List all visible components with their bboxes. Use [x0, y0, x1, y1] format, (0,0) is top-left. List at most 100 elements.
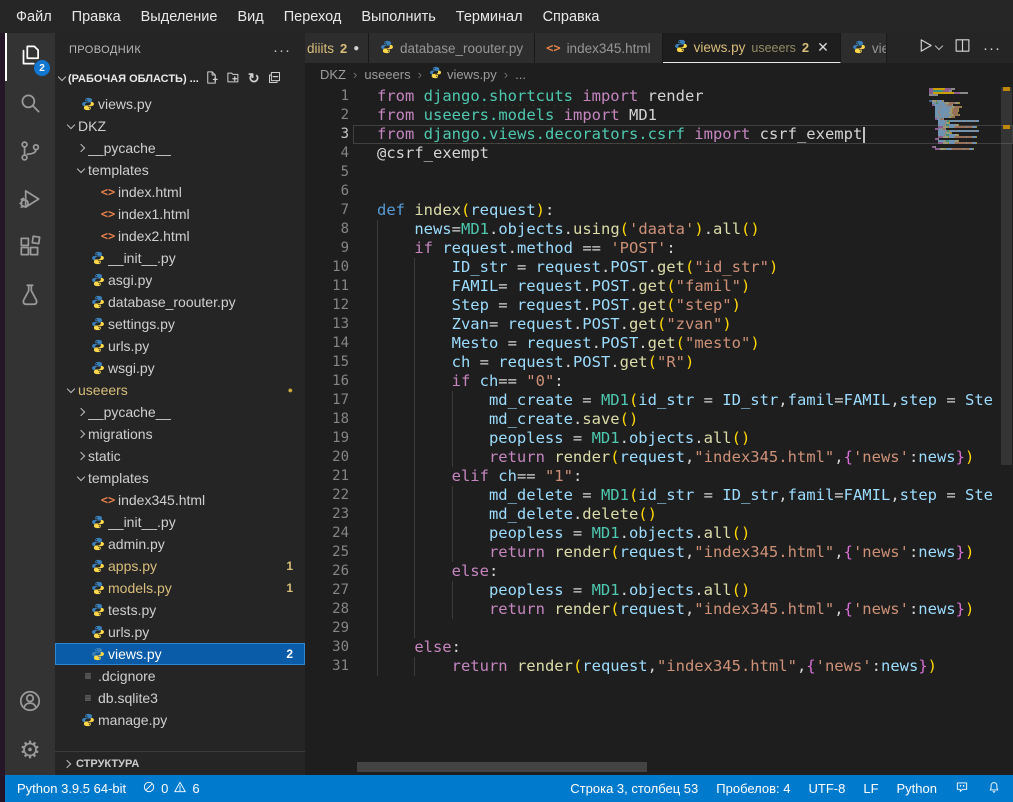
indent-guide [452, 448, 489, 467]
code-token: ( [610, 600, 619, 618]
horizontal-scrollbar-thumb[interactable] [357, 762, 647, 772]
split-editor-button[interactable] [954, 37, 971, 59]
tree-item-admin.py[interactable]: admin.py [55, 533, 305, 555]
tab-database_roouter.py[interactable]: database_roouter.py [369, 33, 535, 63]
menu-item-4[interactable]: Переход [274, 4, 352, 30]
tree-item-tests.py[interactable]: tests.py [55, 599, 305, 621]
code-token: news [881, 657, 918, 675]
tree-item-__init__.py[interactable]: __init__.py [55, 247, 305, 269]
activity-testing[interactable] [5, 273, 55, 321]
indent-guide [452, 391, 489, 410]
more-actions-icon[interactable]: ··· [983, 40, 1001, 57]
menu-item-2[interactable]: Выделение [131, 4, 228, 30]
status-item-3[interactable]: LF [863, 781, 878, 796]
bell-icon[interactable] [987, 780, 1001, 797]
menu-item-5[interactable]: Выполнить [351, 4, 445, 30]
breadcrumb-item-useeers[interactable]: useeers [364, 67, 410, 82]
activity-account[interactable] [5, 679, 55, 727]
code-editor[interactable]: 1from django.shortcuts import render2fro… [305, 85, 1013, 775]
tab-index345.html[interactable]: <>index345.html [535, 33, 663, 63]
breadcrumb-separator: › [504, 67, 508, 82]
tree-item-index1.html[interactable]: <>index1.html [55, 203, 305, 225]
breadcrumb-item-DKZ[interactable]: DKZ [320, 67, 346, 82]
collapse-all-icon[interactable] [267, 70, 282, 88]
tree-item-index.html[interactable]: <>index.html [55, 181, 305, 203]
indent-guide [414, 581, 451, 600]
tree-item-templates[interactable]: templates [55, 159, 305, 181]
vertical-scrollbar-thumb[interactable] [1001, 87, 1012, 465]
breadcrumb-item-...[interactable]: ... [515, 67, 526, 82]
python-file-icon [88, 251, 108, 265]
tree-item-__init__.py[interactable]: __init__.py [55, 511, 305, 533]
status-item-4[interactable]: Python [897, 781, 937, 796]
indent-guide [377, 638, 414, 657]
python-interpreter-status[interactable]: Python 3.9.5 64-bit [17, 781, 126, 796]
menu-item-0[interactable]: Файл [6, 4, 62, 30]
tree-item-templates[interactable]: templates [55, 467, 305, 489]
code-token: . [601, 258, 610, 276]
tree-item-.dcignore[interactable]: ≡.dcignore [55, 665, 305, 687]
tab-diiits[interactable]: diiits2● [305, 33, 369, 63]
workspace-section-header[interactable]: (РАБОЧАЯ ОБЛАСТЬ) ... ↻ [55, 67, 305, 90]
code-token: "mesto" [685, 334, 750, 352]
tree-item-manage.py[interactable]: manage.py [55, 709, 305, 731]
tree-item-views.py[interactable]: views.py [55, 93, 305, 115]
status-item-2[interactable]: UTF-8 [809, 781, 846, 796]
chevron-right-icon [73, 145, 88, 151]
tree-item-useeers[interactable]: useeers● [55, 379, 305, 401]
line-number: 31 [305, 657, 353, 676]
tree-item-index345.html[interactable]: <>index345.html [55, 489, 305, 511]
activity-source-control[interactable] [5, 129, 55, 177]
vertical-scrollbar[interactable] [1000, 85, 1013, 775]
file-tree: views.pyDKZ__pycache__templates<>index.h… [55, 90, 305, 751]
html-file-icon: <> [98, 493, 118, 507]
new-folder-icon[interactable] [226, 70, 241, 88]
line-number: 9 [305, 239, 353, 258]
status-item-0[interactable]: Строка 3, столбец 53 [570, 781, 698, 796]
sidebar-more-actions-icon[interactable]: ··· [273, 42, 291, 59]
tree-item-index2.html[interactable]: <>index2.html [55, 225, 305, 247]
tree-item-urls.py[interactable]: urls.py [55, 335, 305, 357]
code-token: request [517, 277, 582, 295]
tree-item-static[interactable]: static [55, 445, 305, 467]
code-token: () [620, 410, 639, 428]
minimap[interactable] [929, 88, 999, 150]
tree-item-asgi.py[interactable]: asgi.py [55, 269, 305, 291]
tree-item-settings.py[interactable]: settings.py [55, 313, 305, 335]
outline-section-header[interactable]: СТРУКТУРА [55, 751, 305, 775]
code-token: 'news' [816, 657, 872, 675]
status-item-1[interactable]: Пробелов: 4 [716, 781, 790, 796]
line-number: 16 [305, 372, 353, 391]
breadcrumb-item-views.py[interactable]: views.py [429, 66, 497, 82]
tree-item-DKZ[interactable]: DKZ [55, 115, 305, 137]
tab-vie[interactable]: vie [841, 33, 887, 63]
menu-item-6[interactable]: Терминал [446, 4, 533, 30]
activity-extensions[interactable] [5, 225, 55, 273]
activity-settings[interactable]: ⚙ [5, 727, 55, 775]
close-icon[interactable]: ✕ [817, 39, 829, 56]
tree-item-db.sqlite3[interactable]: ≡db.sqlite3 [55, 687, 305, 709]
refresh-icon[interactable]: ↻ [248, 70, 260, 87]
tree-item-apps.py[interactable]: apps.py1 [55, 555, 305, 577]
code-token: def [377, 201, 414, 219]
activity-run-debug[interactable] [5, 177, 55, 225]
menu-item-1[interactable]: Правка [62, 4, 131, 30]
tree-item-models.py[interactable]: models.py1 [55, 577, 305, 599]
menu-item-3[interactable]: Вид [227, 4, 273, 30]
activity-explorer[interactable]: 2 [5, 33, 55, 81]
feedback-icon[interactable] [955, 780, 969, 797]
tree-item-__pycache__[interactable]: __pycache__ [55, 137, 305, 159]
activity-search[interactable] [5, 81, 55, 129]
tree-item-__pycache__[interactable]: __pycache__ [55, 401, 305, 423]
tab-views.py[interactable]: views.pyuseeers2✕ [663, 33, 841, 63]
indent-guide [414, 429, 451, 448]
tree-item-wsgi.py[interactable]: wsgi.py [55, 357, 305, 379]
tree-item-database_roouter.py[interactable]: database_roouter.py [55, 291, 305, 313]
new-file-icon[interactable] [204, 70, 219, 88]
menu-item-7[interactable]: Справка [533, 4, 610, 30]
run-python-button[interactable] [917, 37, 942, 59]
tree-item-migrations[interactable]: migrations [55, 423, 305, 445]
problems-status[interactable]: 0 6 [142, 780, 199, 797]
tree-item-urls.py[interactable]: urls.py [55, 621, 305, 643]
tree-item-views.py[interactable]: views.py2 [55, 643, 305, 665]
